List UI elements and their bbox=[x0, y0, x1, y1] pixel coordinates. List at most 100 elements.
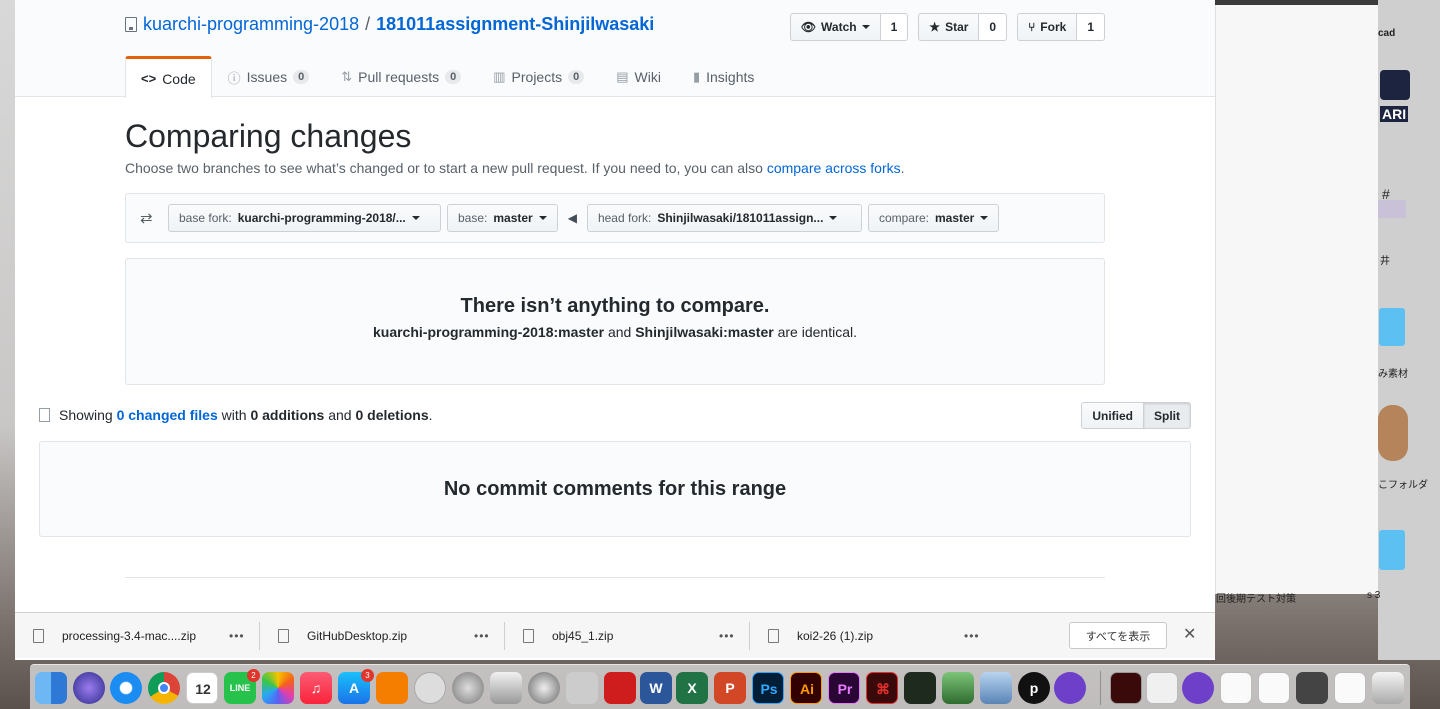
compare-lead-text: Choose two branches to see what’s change… bbox=[125, 160, 767, 176]
file-icon bbox=[768, 629, 779, 643]
star-count[interactable]: 0 bbox=[979, 13, 1008, 41]
tab-projects[interactable]: ▥ Projects 0 bbox=[477, 56, 600, 97]
illustrator-icon[interactable]: Ai bbox=[790, 672, 822, 704]
unified-button[interactable]: Unified bbox=[1081, 402, 1144, 429]
disk-utility-icon[interactable] bbox=[490, 672, 522, 704]
tab-insights[interactable]: ▮ Insights bbox=[677, 56, 770, 97]
screenshot-icon[interactable] bbox=[1258, 672, 1290, 704]
changed-files-link[interactable]: 0 changed files bbox=[117, 407, 218, 423]
repo-icon bbox=[125, 17, 137, 32]
repo-name-link[interactable]: 181011assignment-Shinjilwasaki bbox=[376, 14, 654, 35]
close-icon[interactable]: ✕ bbox=[1183, 624, 1196, 644]
github-desktop-icon[interactable] bbox=[1054, 672, 1086, 704]
tab-wiki[interactable]: ▤ Wiki bbox=[600, 56, 677, 97]
watch-button[interactable]: 👁 Watch bbox=[789, 13, 881, 41]
acrobat-icon[interactable]: ⌘ bbox=[866, 672, 898, 704]
desktop-label-cad: cad bbox=[1378, 28, 1396, 39]
desktop-image-icon[interactable] bbox=[1378, 200, 1406, 218]
star-group: ★ Star 0 bbox=[918, 13, 1008, 41]
finder-icon[interactable] bbox=[35, 672, 67, 704]
system-preferences-icon[interactable] bbox=[528, 672, 560, 704]
head-fork-select[interactable]: head fork: Shinjilwasaki/181011assign... bbox=[586, 204, 862, 232]
illustrator-glyph: Ai bbox=[800, 681, 814, 697]
blankslate-title: There isn’t anything to compare. bbox=[460, 295, 770, 317]
preview-icon[interactable] bbox=[980, 672, 1012, 704]
star-button[interactable]: ★ Star bbox=[918, 13, 980, 41]
music-icon[interactable]: ♫ bbox=[300, 672, 332, 704]
music-note: ♫ bbox=[310, 680, 322, 696]
app-store-icon[interactable]: A 3 bbox=[338, 669, 374, 704]
siri-icon[interactable] bbox=[73, 672, 105, 704]
powerpoint-glyph: P bbox=[725, 680, 735, 696]
download-item[interactable]: koi2-26 (1).zip ••• bbox=[768, 613, 980, 659]
muse-icon[interactable] bbox=[414, 672, 446, 704]
photos-icon[interactable] bbox=[262, 672, 294, 704]
launchpad-icon[interactable] bbox=[452, 672, 484, 704]
download-item[interactable]: processing-3.4-mac....zip ••• bbox=[33, 613, 245, 659]
chrome-icon[interactable] bbox=[148, 672, 180, 704]
tab-code[interactable]: <> Code bbox=[125, 56, 212, 98]
trash-icon[interactable] bbox=[1372, 672, 1404, 704]
base-fork-select[interactable]: base fork: kuarchi-programming-2018/... bbox=[168, 204, 441, 232]
diff-summary: Showing 0 changed files with 0 additions… bbox=[39, 402, 1191, 429]
migration-icon[interactable] bbox=[566, 672, 598, 704]
calendar-icon[interactable]: 12 bbox=[186, 672, 218, 704]
split-button[interactable]: Split bbox=[1144, 402, 1191, 429]
desktop-label-i: 井 bbox=[1380, 256, 1390, 267]
repo-title: kuarchi-programming-2018 / 181011assignm… bbox=[125, 14, 654, 35]
no-commit-comments-text: No commit comments for this range bbox=[443, 478, 787, 500]
compare-branch-select[interactable]: compare: master bbox=[867, 204, 1000, 232]
folder-icon[interactable] bbox=[1379, 530, 1405, 570]
activity-monitor-icon[interactable] bbox=[904, 672, 936, 704]
fork-button[interactable]: ⑂ Fork bbox=[1017, 13, 1078, 41]
repo-owner-link[interactable]: kuarchi-programming-2018 bbox=[143, 14, 359, 35]
safari-icon[interactable] bbox=[110, 672, 142, 704]
more-options-icon[interactable]: ••• bbox=[474, 629, 490, 643]
watch-count[interactable]: 1 bbox=[880, 13, 909, 41]
download-item[interactable]: GitHubDesktop.zip ••• bbox=[278, 613, 490, 659]
compare-across-forks-link[interactable]: compare across forks bbox=[767, 160, 901, 176]
folder-icon[interactable] bbox=[1379, 308, 1405, 346]
powerpoint-icon[interactable]: P bbox=[714, 672, 746, 704]
line-icon[interactable]: LINE 2 bbox=[224, 669, 260, 704]
pdf-document-icon[interactable] bbox=[1110, 672, 1142, 704]
desktop-app-icon[interactable] bbox=[1380, 70, 1410, 100]
books-icon[interactable] bbox=[376, 672, 408, 704]
app-store-badge: 3 bbox=[361, 669, 374, 682]
base-branch-select[interactable]: base: master bbox=[447, 204, 558, 232]
picsart-icon[interactable]: p bbox=[1018, 672, 1050, 704]
document-icon[interactable] bbox=[1146, 672, 1178, 704]
base-label: base: bbox=[458, 211, 488, 225]
download-item[interactable]: obj45_1.zip ••• bbox=[523, 613, 735, 659]
caret-down-icon bbox=[980, 216, 989, 220]
tab-pull-requests[interactable]: ⇅ Pull requests 0 bbox=[325, 56, 477, 97]
tab-issues[interactable]: ⓘ Issues 0 bbox=[212, 56, 326, 97]
more-options-icon[interactable]: ••• bbox=[229, 629, 245, 643]
git-compare-icon[interactable]: ⇄ bbox=[140, 209, 162, 227]
dock: 12 LINE 2 ♫ A 3 W X P Ps Ai Pr ⌘ p bbox=[30, 664, 1410, 709]
excel-glyph: X bbox=[687, 680, 697, 696]
document-stack-icon[interactable] bbox=[1220, 672, 1252, 704]
show-all-button[interactable]: すべてを表示 bbox=[1069, 622, 1167, 649]
fork-count[interactable]: 1 bbox=[1077, 13, 1105, 41]
window-icon[interactable] bbox=[1296, 672, 1328, 704]
arrow-left-icon: ◀ bbox=[567, 211, 577, 225]
github-desktop-icon[interactable] bbox=[1182, 672, 1214, 704]
fork-group: ⑂ Fork 1 bbox=[1017, 13, 1105, 41]
file-icon bbox=[33, 629, 44, 643]
avatar-icon[interactable] bbox=[1378, 405, 1408, 461]
background-window-titlebar bbox=[1215, 0, 1378, 5]
blankslate-description: kuarchi-programming-2018:master and Shin… bbox=[126, 324, 1104, 340]
downloads-app-icon[interactable] bbox=[942, 672, 974, 704]
summary-showing: Showing bbox=[59, 407, 117, 423]
word-icon[interactable]: W bbox=[640, 672, 672, 704]
more-options-icon[interactable]: ••• bbox=[964, 629, 980, 643]
project-icon: ▥ bbox=[493, 69, 506, 84]
autocad-icon[interactable] bbox=[604, 672, 636, 704]
base-fork-label: base fork: bbox=[179, 211, 232, 225]
photoshop-icon[interactable]: Ps bbox=[752, 672, 784, 704]
more-options-icon[interactable]: ••• bbox=[719, 629, 735, 643]
premiere-icon[interactable]: Pr bbox=[828, 672, 860, 704]
excel-icon[interactable]: X bbox=[676, 672, 708, 704]
document-icon[interactable] bbox=[1334, 672, 1366, 704]
